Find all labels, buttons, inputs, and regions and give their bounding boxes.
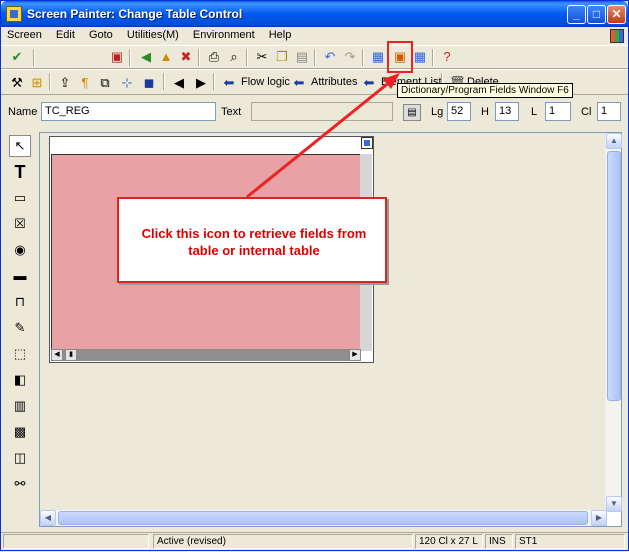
instruction-callout: Click this icon to retrieve fields from … [117, 197, 387, 283]
status-bar: Active (revised) 120 Cl x 27 L INS ST1 [1, 532, 628, 550]
status-mode: Active (revised) [153, 534, 413, 549]
status-size: 120 Cl x 27 L [415, 534, 483, 549]
callout-text: Click this icon to retrieve fields from … [141, 226, 367, 258]
screen-painter-window: Screen Painter: Change Table Control _ □… [0, 0, 629, 551]
status-message [3, 534, 149, 549]
status-insert-mode: INS [485, 534, 513, 549]
status-s1: ST1 [515, 534, 625, 549]
